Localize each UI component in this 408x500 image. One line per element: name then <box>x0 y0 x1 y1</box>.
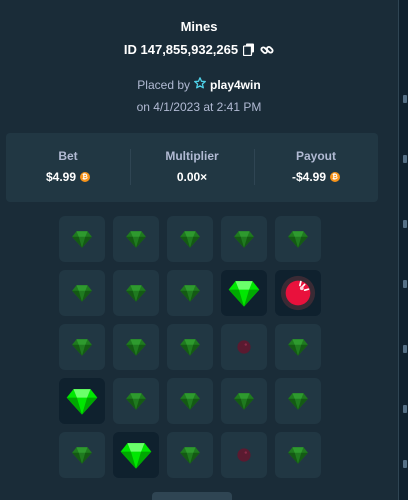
payout-value: -$4.99 <box>291 170 327 184</box>
gem-icon <box>287 444 309 466</box>
bet-stats-panel: Bet $4.99 ₿ Multiplier 0.00× Payout -$4.… <box>6 133 378 202</box>
gem-icon <box>71 336 93 358</box>
board-tile <box>59 216 105 262</box>
gem-icon <box>179 444 201 466</box>
bet-stat: Bet $4.99 ₿ <box>6 133 130 202</box>
gem-icon <box>179 390 201 412</box>
link-icon[interactable] <box>260 43 274 57</box>
gem-icon <box>179 228 201 250</box>
gem-icon <box>125 282 147 304</box>
mine-icon <box>232 335 256 359</box>
bet-value: $4.99 <box>45 170 77 184</box>
board-tile <box>221 432 267 478</box>
bet-details-modal: Mines ID 147,855,932,265 Placed by play4… <box>0 0 398 500</box>
board-tile <box>221 324 267 370</box>
multiplier-stat: Multiplier 0.00× <box>130 133 254 202</box>
mine-icon <box>279 274 317 312</box>
payout-value-row: -$4.99 ₿ <box>254 170 378 184</box>
board-tile <box>113 216 159 262</box>
board-tile <box>275 270 321 316</box>
game-title: Mines <box>180 19 218 34</box>
board-tile <box>113 378 159 424</box>
board-tile <box>59 378 105 424</box>
board-tile <box>59 270 105 316</box>
board-tile <box>113 324 159 370</box>
bet-id-row: ID 147,855,932,265 <box>0 42 398 57</box>
gem-icon <box>71 282 93 304</box>
board-tile <box>167 324 213 370</box>
board-tile <box>59 324 105 370</box>
payout-stat: Payout -$4.99 ₿ <box>254 133 378 202</box>
board-tile <box>167 432 213 478</box>
username-link[interactable]: play4win <box>210 78 261 92</box>
gem-icon <box>233 390 255 412</box>
bet-value-row: $4.99 ₿ <box>6 170 130 184</box>
multiplier-value-row: 0.00× <box>130 170 254 184</box>
board-tile <box>275 432 321 478</box>
mine-icon <box>232 443 256 467</box>
gem-icon <box>65 384 99 418</box>
board-tile <box>221 270 267 316</box>
gem-icon <box>179 282 201 304</box>
gem-icon <box>119 438 153 472</box>
bitcoin-coin-icon: ₿ <box>80 172 91 182</box>
multiplier-label: Multiplier <box>165 149 219 163</box>
bet-label: Bet <box>58 149 78 163</box>
placed-by-label: Placed by <box>137 77 190 92</box>
bitcoin-coin-icon: ₿ <box>330 172 341 182</box>
board-tile <box>167 270 213 316</box>
payout-label: Payout <box>295 149 336 163</box>
board-tile <box>275 216 321 262</box>
bet-date: on 4/1/2023 at 2:41 PM <box>136 100 262 114</box>
copy-icon[interactable] <box>243 43 255 56</box>
gem-icon <box>233 228 255 250</box>
gem-icon <box>125 228 147 250</box>
board-tile <box>275 324 321 370</box>
board-tile <box>113 270 159 316</box>
gem-icon <box>125 336 147 358</box>
board-tile <box>167 378 213 424</box>
mines-board <box>59 216 321 478</box>
gem-icon <box>287 390 309 412</box>
gem-icon <box>71 228 93 250</box>
modal-bottom-handle <box>152 492 232 500</box>
gem-icon <box>287 336 309 358</box>
background-scroll-edge <box>398 0 408 500</box>
board-tile <box>221 378 267 424</box>
board-tile <box>221 216 267 262</box>
board-tile <box>59 432 105 478</box>
star-icon <box>194 77 206 92</box>
bet-id: ID 147,855,932,265 <box>123 42 239 57</box>
gem-icon <box>287 228 309 250</box>
gem-icon <box>125 390 147 412</box>
placed-by-row: Placed by play4win <box>0 77 398 92</box>
board-tile <box>275 378 321 424</box>
board-tile <box>167 216 213 262</box>
gem-icon <box>227 276 261 310</box>
board-tile <box>113 432 159 478</box>
multiplier-value: 0.00× <box>176 170 208 184</box>
gem-icon <box>71 444 93 466</box>
gem-icon <box>179 336 201 358</box>
